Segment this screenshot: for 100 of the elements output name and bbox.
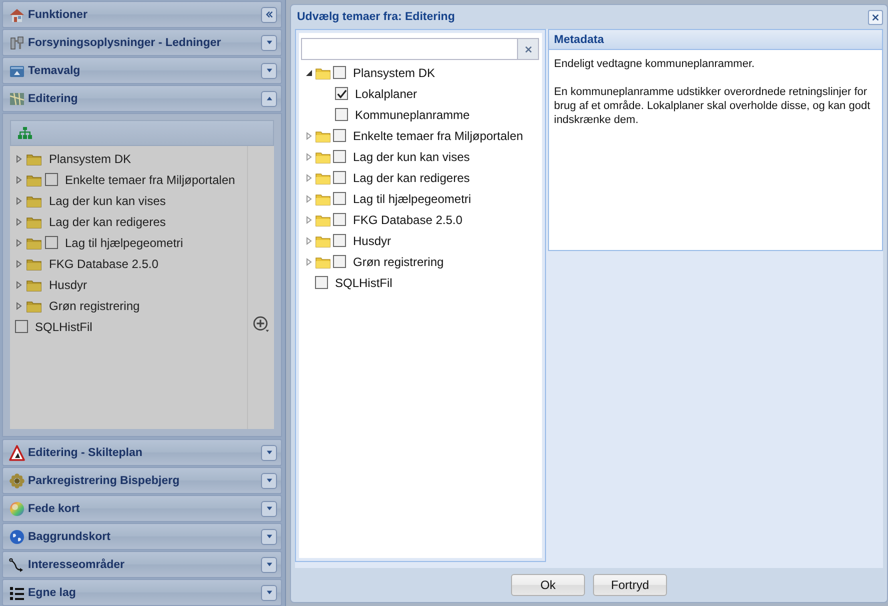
expand-button[interactable] <box>261 472 277 488</box>
panel-title: Fede kort <box>28 502 81 514</box>
tree-item[interactable]: SQLHistFil <box>10 316 247 337</box>
checkbox[interactable] <box>333 213 346 226</box>
tree-item[interactable]: SQLHistFil <box>305 272 540 293</box>
map-icon <box>9 90 25 106</box>
expand-button[interactable] <box>261 444 277 460</box>
tree-item[interactable]: Husdyr <box>305 230 540 251</box>
tree-item[interactable]: Plansystem DK <box>10 148 247 169</box>
panel-title: Forsyningsoplysninger - Ledninger <box>28 36 222 48</box>
expand-arrow-icon[interactable] <box>15 196 23 204</box>
dialog-button[interactable]: Fortryd <box>593 574 667 596</box>
close-button[interactable] <box>868 10 883 24</box>
tree-item[interactable]: FKG Database 2.5.0 <box>10 253 247 274</box>
expand-arrow-icon[interactable] <box>15 280 23 288</box>
add-icon[interactable] <box>252 316 270 333</box>
color-wheel-icon <box>9 500 25 516</box>
expand-arrow-icon[interactable] <box>305 236 313 244</box>
expand-arrow-icon[interactable] <box>15 260 23 268</box>
panel-header[interactable]: Fede kort <box>2 495 282 522</box>
collapse-sidebar-button[interactable] <box>261 6 277 22</box>
expand-arrow-icon[interactable] <box>305 152 313 160</box>
caret-icon <box>264 532 274 541</box>
tree-item-label: Kommuneplanramme <box>355 108 470 122</box>
checkbox[interactable] <box>315 276 328 289</box>
expand-button[interactable] <box>261 584 277 600</box>
expand-button[interactable] <box>261 528 277 544</box>
panel-header[interactable]: Parkregistrering Bispebjerg <box>2 467 282 494</box>
expand-arrow-icon[interactable] <box>305 132 313 140</box>
expand-arrow-icon[interactable] <box>305 258 313 266</box>
tree-item-label: Enkelte temaer fra Miljøportalen <box>353 128 524 142</box>
checkbox[interactable] <box>45 173 58 186</box>
expand-arrow-icon[interactable] <box>15 302 23 310</box>
checkbox[interactable] <box>333 66 346 79</box>
tree-item[interactable]: Lokalplaner <box>305 83 540 104</box>
expand-arrow-icon[interactable] <box>15 154 23 162</box>
collapse-button[interactable] <box>261 90 277 106</box>
expand-arrow-icon[interactable] <box>305 216 313 224</box>
panel-title: Funktioner <box>28 8 88 20</box>
panel-header[interactable]: Editering <box>2 85 282 112</box>
tree-item-label: FKG Database 2.5.0 <box>49 256 158 270</box>
panel-header[interactable]: Egne lag <box>2 579 282 606</box>
checkbox[interactable] <box>333 255 346 268</box>
tree-item[interactable]: Plansystem DK <box>305 62 540 83</box>
caret-icon <box>264 588 274 597</box>
expand-button[interactable] <box>261 62 277 78</box>
expand-button[interactable] <box>261 556 277 572</box>
tree-item-label: Lag til hjælpegeometri <box>353 192 472 206</box>
tree-item[interactable]: Grøn registrering <box>10 295 247 316</box>
tree-item-label: Plansystem DK <box>353 66 436 80</box>
panel-title: Metadata <box>554 34 604 46</box>
checkbox[interactable] <box>45 236 58 249</box>
dialog-button[interactable]: Ok <box>511 574 585 596</box>
dialog-title: Udvælg temaer fra: Editering <box>297 11 456 23</box>
tree-item-label: SQLHistFil <box>35 320 92 334</box>
expand-arrow-icon[interactable] <box>305 194 313 202</box>
panel-header[interactable]: Interesseområder <box>2 551 282 578</box>
tree-item[interactable]: Grøn registrering <box>305 251 540 272</box>
panel-header[interactable]: Temavalg <box>2 57 282 84</box>
checkbox[interactable] <box>15 320 28 333</box>
tree-item-label: Lokalplaner <box>355 86 418 100</box>
expand-arrow-icon[interactable] <box>305 174 313 182</box>
tree-item[interactable]: Lag til hjælpegeometri <box>305 188 540 209</box>
clear-button[interactable] <box>517 39 538 59</box>
search-field[interactable] <box>301 38 539 60</box>
tree-item[interactable]: Lag der kan redigeres <box>10 211 247 232</box>
tree-item-label: FKG Database 2.5.0 <box>353 212 462 226</box>
tree-item-label: Husdyr <box>353 234 392 248</box>
tree-item-label: Enkelte temaer fra Miljøportalen <box>65 172 236 186</box>
caret-icon <box>264 94 274 103</box>
tree-item[interactable]: Enkelte temaer fra Miljøportalen <box>305 125 540 146</box>
checkbox[interactable] <box>333 129 346 142</box>
panel-title: Baggrundskort <box>28 530 112 542</box>
warning-sign-icon <box>9 444 25 460</box>
checkbox[interactable] <box>333 234 346 247</box>
tree-item[interactable]: Enkelte temaer fra Miljøportalen <box>10 169 247 190</box>
panel-header[interactable]: Editering - Skilteplan <box>2 439 282 466</box>
expand-button[interactable] <box>261 500 277 516</box>
curve-icon <box>9 556 25 572</box>
panel-header[interactable]: Forsyningsoplysninger - Ledninger <box>2 29 282 56</box>
checkbox[interactable] <box>333 192 346 205</box>
tree-item[interactable]: Lag der kun kan vises <box>305 146 540 167</box>
checkbox[interactable] <box>333 150 346 163</box>
checkbox[interactable] <box>333 171 346 184</box>
tree-item[interactable]: FKG Database 2.5.0 <box>305 209 540 230</box>
metadata-text: En kommuneplanramme udstikker overordnede retningslinjer for brug af et område. Lokalplaner skal overholde disse, og kan godt indskrænke dem. <box>554 85 872 127</box>
expand-arrow-icon[interactable] <box>15 218 23 226</box>
panel-header[interactable]: Funktioner <box>2 1 282 28</box>
tree-item[interactable]: Lag til hjælpegeometri <box>10 232 247 253</box>
expand-button[interactable] <box>261 34 277 50</box>
tree-item[interactable]: Lag der kan redigeres <box>305 167 540 188</box>
checkbox[interactable] <box>335 87 348 100</box>
collapse-arrow-icon[interactable] <box>305 68 313 76</box>
expand-arrow-icon[interactable] <box>15 238 23 246</box>
panel-header[interactable]: Baggrundskort <box>2 523 282 550</box>
expand-arrow-icon[interactable] <box>15 176 23 184</box>
checkbox[interactable] <box>335 108 348 121</box>
tree-item[interactable]: Lag der kun kan vises <box>10 190 247 211</box>
tree-item[interactable]: Kommuneplanramme <box>305 104 540 125</box>
tree-item[interactable]: Husdyr <box>10 274 247 295</box>
